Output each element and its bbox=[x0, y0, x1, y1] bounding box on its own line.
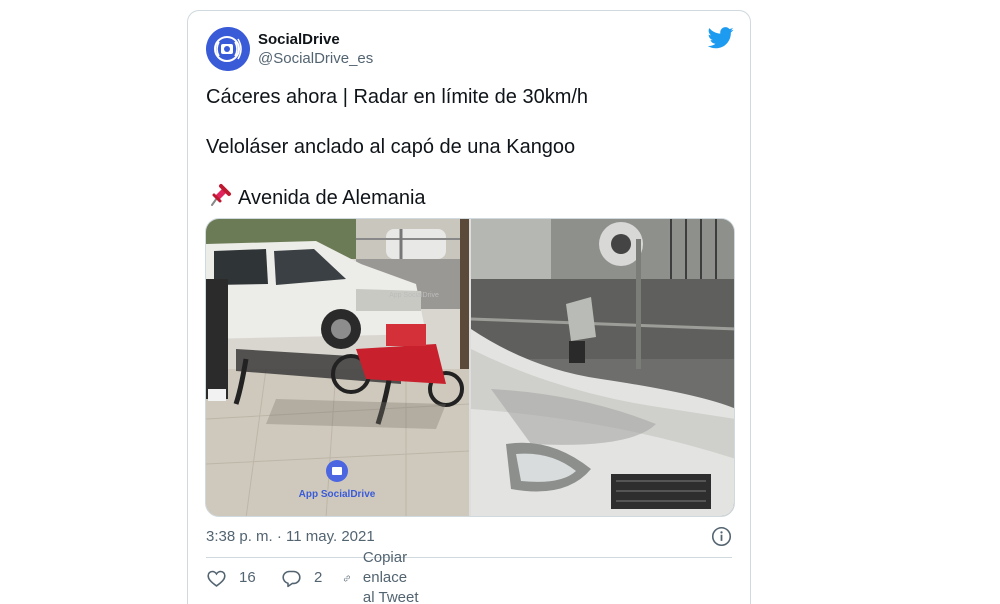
copy-link-label: Copiar enlace al Tweet bbox=[362, 549, 419, 604]
tweet-media[interactable]: App SocialDrive App SocialDrive bbox=[205, 218, 735, 517]
tweet-line-3-text: Avenida de Alemania bbox=[238, 187, 426, 209]
watermark-app-label: App SocialDrive bbox=[299, 489, 376, 500]
heart-icon bbox=[207, 570, 226, 587]
like-button[interactable]: 16 bbox=[206, 567, 256, 589]
radar-logo-icon bbox=[206, 27, 250, 71]
photo-radar-closeup[interactable] bbox=[471, 219, 734, 516]
divider bbox=[206, 557, 732, 558]
photo-car-street[interactable]: App SocialDrive App SocialDrive bbox=[206, 219, 469, 516]
tweet-line-3: Avenida de Alemania bbox=[206, 183, 426, 210]
tweet-timestamp[interactable]: 3:38 p. m. · 11 may. 2021 bbox=[206, 527, 375, 547]
copy-link-button[interactable]: Copiar enlace al Tweet bbox=[343, 549, 420, 604]
photo-radar-closeup-image bbox=[471, 219, 734, 516]
reply-button[interactable]: 2 bbox=[281, 567, 322, 589]
link-icon bbox=[343, 575, 350, 581]
tweet-card: SocialDrive @SocialDrive_es Cáceres ahor… bbox=[187, 10, 751, 604]
tweet-line-1: Cáceres ahora | Radar en límite de 30km/… bbox=[206, 86, 589, 108]
reply-icon bbox=[282, 570, 301, 587]
author-handle[interactable]: @SocialDrive_es bbox=[258, 49, 373, 69]
watermark-small-label: App SocialDrive bbox=[389, 292, 439, 299]
author-block[interactable]: SocialDrive @SocialDrive_es bbox=[258, 30, 373, 69]
tweet-line-2: Veloláser anclado al capó de una Kangoo bbox=[206, 136, 576, 158]
author-name[interactable]: SocialDrive bbox=[258, 30, 373, 49]
photo-car-street-image: App SocialDrive App SocialDrive bbox=[206, 219, 469, 516]
like-count: 16 bbox=[239, 569, 256, 586]
avatar[interactable] bbox=[206, 27, 250, 71]
twitter-bird-icon[interactable] bbox=[708, 27, 734, 49]
info-icon[interactable] bbox=[711, 526, 732, 547]
pushpin-icon bbox=[211, 184, 231, 206]
reply-count: 2 bbox=[314, 569, 323, 586]
tweet-header: SocialDrive @SocialDrive_es bbox=[206, 27, 734, 71]
